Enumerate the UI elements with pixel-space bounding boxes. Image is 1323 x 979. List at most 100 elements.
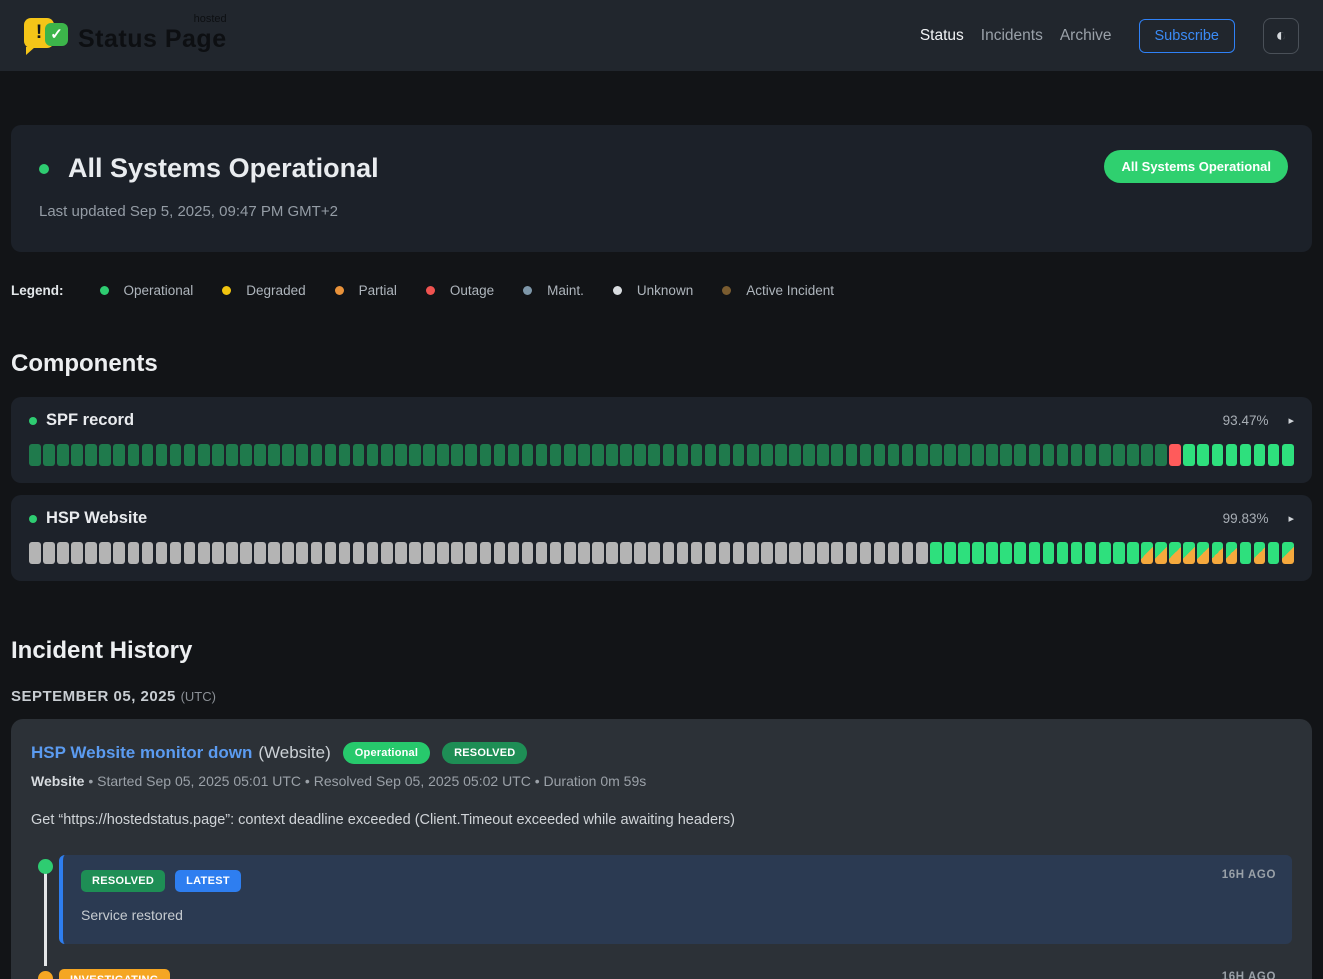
uptime-bar-muted[interactable] (465, 444, 477, 466)
uptime-bar-unknown[interactable] (775, 542, 787, 564)
uptime-bar-up[interactable] (1113, 542, 1125, 564)
uptime-bar-muted[interactable] (198, 444, 210, 466)
nav-link-incidents[interactable]: Incidents (981, 27, 1043, 45)
uptime-bar-outage[interactable] (1169, 444, 1181, 466)
uptime-bar-unknown[interactable] (156, 542, 168, 564)
uptime-bar-unknown[interactable] (761, 542, 773, 564)
uptime-bar-muted[interactable] (85, 444, 97, 466)
uptime-bar-muted[interactable] (522, 444, 534, 466)
uptime-bar-up-degraded[interactable] (1183, 542, 1195, 564)
uptime-bar-muted[interactable] (99, 444, 111, 466)
uptime-bar-unknown[interactable] (789, 542, 801, 564)
uptime-bar-up[interactable] (1099, 542, 1111, 564)
uptime-bar-up[interactable] (1282, 444, 1294, 466)
uptime-bar-muted[interactable] (367, 444, 379, 466)
uptime-bar-up[interactable] (1127, 542, 1139, 564)
uptime-bar-muted[interactable] (972, 444, 984, 466)
subscribe-button[interactable]: Subscribe (1139, 19, 1235, 53)
uptime-bar-muted[interactable] (930, 444, 942, 466)
uptime-bar-unknown[interactable] (395, 542, 407, 564)
uptime-bar-muted[interactable] (1099, 444, 1111, 466)
uptime-bar-unknown[interactable] (508, 542, 520, 564)
uptime-bar-muted[interactable] (296, 444, 308, 466)
uptime-bar-muted[interactable] (1000, 444, 1012, 466)
uptime-bar-muted[interactable] (578, 444, 590, 466)
uptime-bar-unknown[interactable] (451, 542, 463, 564)
uptime-bar-muted[interactable] (381, 444, 393, 466)
uptime-bar-up[interactable] (1240, 542, 1252, 564)
uptime-bar-muted[interactable] (719, 444, 731, 466)
uptime-bar-unknown[interactable] (719, 542, 731, 564)
uptime-bar-up[interactable] (930, 542, 942, 564)
uptime-bar-up[interactable] (958, 542, 970, 564)
uptime-bar-muted[interactable] (663, 444, 675, 466)
uptime-bar-unknown[interactable] (874, 542, 886, 564)
uptime-bar-unknown[interactable] (282, 542, 294, 564)
uptime-bar-muted[interactable] (480, 444, 492, 466)
uptime-bar-muted[interactable] (437, 444, 449, 466)
uptime-bar-up[interactable] (1057, 542, 1069, 564)
uptime-bar-muted[interactable] (1113, 444, 1125, 466)
uptime-bar-muted[interactable] (325, 444, 337, 466)
uptime-bar-muted[interactable] (1014, 444, 1026, 466)
uptime-bar-unknown[interactable] (691, 542, 703, 564)
uptime-bar-unknown[interactable] (226, 542, 238, 564)
uptime-bar-muted[interactable] (1155, 444, 1167, 466)
uptime-bar-muted[interactable] (691, 444, 703, 466)
uptime-bar-up[interactable] (1212, 444, 1224, 466)
uptime-bar-unknown[interactable] (494, 542, 506, 564)
uptime-bar-muted[interactable] (789, 444, 801, 466)
uptime-bar-muted[interactable] (536, 444, 548, 466)
theme-toggle-button[interactable]: ◐ (1263, 18, 1299, 54)
uptime-bar-up[interactable] (972, 542, 984, 564)
uptime-bar-up[interactable] (1268, 542, 1280, 564)
uptime-bar-muted[interactable] (254, 444, 266, 466)
uptime-bar-unknown[interactable] (198, 542, 210, 564)
uptime-bar-unknown[interactable] (142, 542, 154, 564)
uptime-bar-up[interactable] (1029, 542, 1041, 564)
uptime-bar-unknown[interactable] (381, 542, 393, 564)
uptime-bar-muted[interactable] (184, 444, 196, 466)
uptime-bar-unknown[interactable] (705, 542, 717, 564)
uptime-bar-unknown[interactable] (634, 542, 646, 564)
uptime-bar-up[interactable] (944, 542, 956, 564)
uptime-bar-unknown[interactable] (437, 542, 449, 564)
uptime-bar-muted[interactable] (831, 444, 843, 466)
uptime-bar-muted[interactable] (874, 444, 886, 466)
uptime-bar-unknown[interactable] (212, 542, 224, 564)
uptime-bar-muted[interactable] (775, 444, 787, 466)
uptime-bar-muted[interactable] (1085, 444, 1097, 466)
uptime-bar-up[interactable] (1254, 444, 1266, 466)
uptime-bar-unknown[interactable] (85, 542, 97, 564)
uptime-bar-unknown[interactable] (550, 542, 562, 564)
uptime-bar-muted[interactable] (1057, 444, 1069, 466)
uptime-bar-muted[interactable] (677, 444, 689, 466)
uptime-bar-unknown[interactable] (846, 542, 858, 564)
uptime-bar-unknown[interactable] (480, 542, 492, 564)
brand-logo[interactable]: ! ✓ Status Page hosted (24, 16, 227, 56)
uptime-bar-unknown[interactable] (831, 542, 843, 564)
uptime-bar-muted[interactable] (240, 444, 252, 466)
uptime-bar-muted[interactable] (395, 444, 407, 466)
uptime-bar-unknown[interactable] (113, 542, 125, 564)
uptime-bar-unknown[interactable] (128, 542, 140, 564)
uptime-bar-muted[interactable] (916, 444, 928, 466)
uptime-bar-unknown[interactable] (409, 542, 421, 564)
uptime-bar-muted[interactable] (1127, 444, 1139, 466)
uptime-bar-muted[interactable] (564, 444, 576, 466)
uptime-bar-unknown[interactable] (29, 542, 41, 564)
uptime-bar-muted[interactable] (803, 444, 815, 466)
uptime-bar-unknown[interactable] (536, 542, 548, 564)
uptime-bar-muted[interactable] (1029, 444, 1041, 466)
uptime-bar-muted[interactable] (226, 444, 238, 466)
uptime-bar-up-degraded[interactable] (1169, 542, 1181, 564)
uptime-bar-muted[interactable] (1043, 444, 1055, 466)
uptime-bar-muted[interactable] (339, 444, 351, 466)
uptime-bar-muted[interactable] (606, 444, 618, 466)
uptime-bar-unknown[interactable] (592, 542, 604, 564)
uptime-bar-muted[interactable] (944, 444, 956, 466)
uptime-bar-up[interactable] (1183, 444, 1195, 466)
uptime-bar-up[interactable] (1085, 542, 1097, 564)
uptime-bar-up[interactable] (1071, 542, 1083, 564)
expand-arrow-icon[interactable]: ▸ (1288, 414, 1294, 427)
